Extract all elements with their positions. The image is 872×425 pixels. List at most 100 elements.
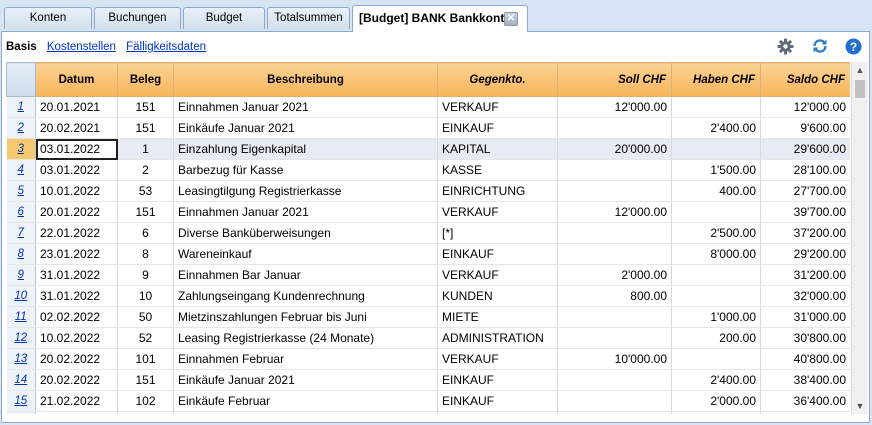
cell-gegenkto[interactable]: [*] [437,222,558,244]
view-basis[interactable]: Basis [6,41,37,53]
cell-soll[interactable]: 12'000.00 [557,96,672,118]
table-row[interactable]: 3 03.01.2022 1 Einzahlung Eigenkapital KAPIT… [6,138,850,160]
cell-saldo[interactable]: 9'600.00 [760,117,850,139]
cell-beleg[interactable]: 10 [117,285,174,307]
scroll-thumb[interactable] [855,80,865,98]
cell-beschreibung[interactable]: Wareneinkauf [173,243,438,265]
cell-beleg[interactable]: 1 [117,138,174,160]
table-row[interactable]: 14 20.02.2022 151 Einkäufe Januar 2021 EINKA… [6,369,850,391]
col-beleg[interactable]: Beleg [117,62,174,97]
cell-beschreibung[interactable]: Diverse Banküberweisungen [173,222,438,244]
cell-gegenkto[interactable]: VERKAUF [437,264,558,286]
cell-soll[interactable] [557,390,672,412]
cell-saldo[interactable]: 31'200.00 [760,264,850,286]
cell-beleg[interactable]: 8 [117,243,174,265]
cell-haben[interactable] [671,96,761,118]
tab-buchungen[interactable]: Buchungen [94,7,181,29]
cell-beschreibung[interactable]: Mietzinszahlungen Februar bis Juni [173,306,438,328]
cell-gegenkto[interactable]: EINKAUF [437,390,558,412]
row-number[interactable]: 10 [6,285,36,307]
cell-gegenkto[interactable]: EINRICHTUNG [437,180,558,202]
row-number[interactable]: 9 [6,264,36,286]
cell-gegenkto[interactable]: MIETE [437,306,558,328]
cell-soll[interactable]: 2'000.00 [557,264,672,286]
scroll-down-icon[interactable]: ▼ [852,398,868,414]
cell-soll[interactable] [557,159,672,181]
cell-datum[interactable]: 20.01.2021 [35,96,118,118]
tab-totalsummen[interactable]: Totalsummen [267,7,350,29]
cell-gegenkto[interactable]: EINKAUF [437,117,558,139]
cell-gegenkto[interactable]: KUNDEN [437,285,558,307]
cell-gegenkto[interactable]: VERKAUF [437,201,558,223]
cell-saldo[interactable]: 32'000.00 [760,285,850,307]
table-row[interactable]: 8 23.01.2022 8 Wareneinkauf EINKAUF 8'000.00 2… [6,243,850,265]
table-row[interactable]: 1 20.01.2021 151 Einnahmen Januar 2021 VERKA… [6,96,850,118]
cell-beleg[interactable]: 151 [117,117,174,139]
cell-beleg[interactable]: 2 [117,159,174,181]
tab-konten[interactable]: Konten [4,7,92,29]
cell-haben[interactable] [671,138,761,160]
cell-haben[interactable] [671,264,761,286]
table-row[interactable]: 16 [6,411,850,414]
row-number[interactable]: 7 [6,222,36,244]
row-number[interactable]: 15 [6,390,36,412]
cell-saldo[interactable]: 30'800.00 [760,327,850,349]
cell-soll[interactable] [557,411,672,414]
cell-datum[interactable]: 31.01.2022 [35,264,118,286]
cell-datum[interactable]: 20.02.2021 [35,117,118,139]
cell-beschreibung[interactable]: Barbezug für Kasse [173,159,438,181]
help-icon[interactable]: ? [845,38,862,55]
cell-soll[interactable] [557,369,672,391]
table-row[interactable]: 15 21.02.2022 102 Einkäufe Februar EINKAUF 2'… [6,390,850,412]
cell-datum[interactable]: 31.01.2022 [35,285,118,307]
cell-soll[interactable]: 10'000.00 [557,348,672,370]
cell-gegenkto[interactable]: KASSE [437,159,558,181]
cell-saldo[interactable]: 27'700.00 [760,180,850,202]
cell-beschreibung[interactable]: Einkäufe Januar 2021 [173,369,438,391]
cell-haben[interactable]: 200.00 [671,327,761,349]
col-saldo[interactable]: Saldo CHF [760,62,850,97]
cell-beleg[interactable]: 53 [117,180,174,202]
cell-datum[interactable] [35,411,118,414]
cell-gegenkto[interactable]: ADMINISTRATION [437,327,558,349]
cell-beleg[interactable]: 101 [117,348,174,370]
cell-soll[interactable]: 20'000.00 [557,138,672,160]
cell-beschreibung[interactable]: Einzahlung Eigenkapital [173,138,438,160]
cell-soll[interactable]: 800.00 [557,285,672,307]
cell-haben[interactable]: 2'400.00 [671,369,761,391]
cell-soll[interactable] [557,327,672,349]
cell-saldo[interactable]: 39'700.00 [760,201,850,223]
cell-haben[interactable]: 2'400.00 [671,117,761,139]
cell-haben[interactable] [671,411,761,414]
row-number[interactable]: 11 [6,306,36,328]
col-haben[interactable]: Haben CHF [671,62,761,97]
table-row[interactable]: 7 22.01.2022 6 Diverse Banküberweisungen [*]… [6,222,850,244]
cell-datum[interactable]: 20.02.2022 [35,348,118,370]
cell-gegenkto[interactable]: EINKAUF [437,369,558,391]
table-row[interactable]: 9 31.01.2022 9 Einnahmen Bar Januar VERKAUF 2… [6,264,850,286]
cell-beleg[interactable]: 151 [117,201,174,223]
cell-beschreibung[interactable]: Zahlungseingang Kundenrechnung [173,285,438,307]
cell-datum[interactable]: 20.02.2022 [35,369,118,391]
table-row[interactable]: 13 20.02.2022 101 Einnahmen Februar VERKAUF 1… [6,348,850,370]
cell-haben[interactable] [671,348,761,370]
table-row[interactable]: 10 31.01.2022 10 Zahlungseingang Kundenrech… [6,285,850,307]
row-number[interactable]: 6 [6,201,36,223]
view-kostenstellen[interactable]: Kostenstellen [47,41,116,53]
cell-datum[interactable]: 10.02.2022 [35,327,118,349]
cell-beschreibung[interactable]: Einnahmen Januar 2021 [173,201,438,223]
cell-beschreibung[interactable]: Einnahmen Februar [173,348,438,370]
cell-datum[interactable]: 22.01.2022 [35,222,118,244]
cell-haben[interactable] [671,285,761,307]
cell-haben[interactable]: 2'500.00 [671,222,761,244]
cell-beleg[interactable]: 9 [117,264,174,286]
cell-saldo[interactable]: 29'600.00 [760,138,850,160]
scroll-up-icon[interactable]: ▲ [852,62,868,78]
cell-saldo[interactable]: 12'000.00 [760,96,850,118]
cell-beleg[interactable] [117,411,174,414]
cell-beschreibung[interactable]: Einkäufe Januar 2021 [173,117,438,139]
table-row[interactable]: 12 10.02.2022 52 Leasing Registrierkasse (2… [6,327,850,349]
view-faelligkeitsdaten[interactable]: Fälligkeitsdaten [126,41,206,53]
row-number[interactable]: 4 [6,159,36,181]
cell-saldo[interactable]: 37'200.00 [760,222,850,244]
